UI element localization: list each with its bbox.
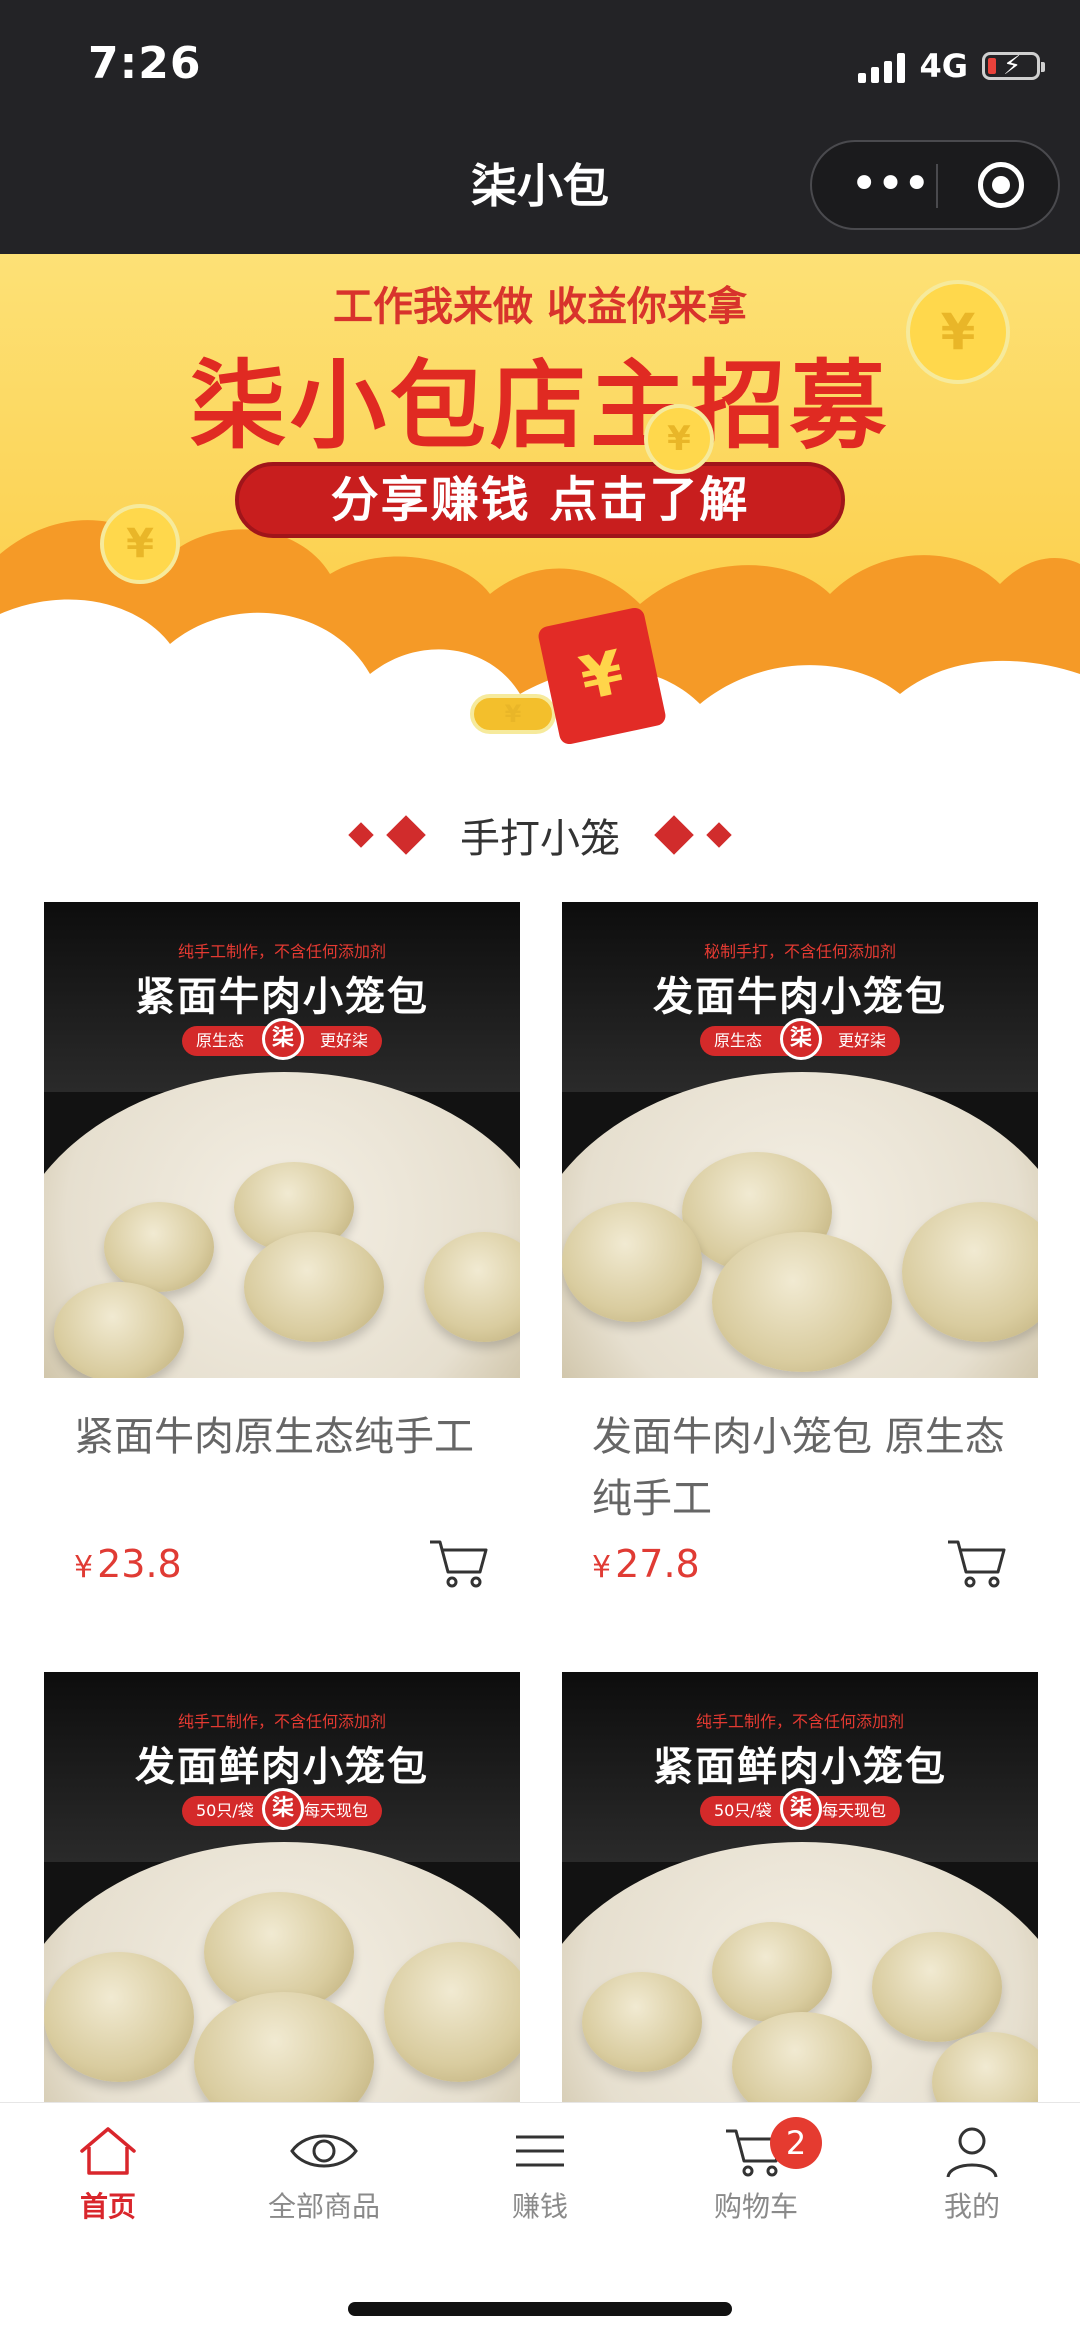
tab-label: 购物车 — [713, 2190, 798, 2223]
coin-icon: ¥ — [906, 280, 1010, 384]
tab-all-products[interactable]: 全部商品 — [216, 2123, 432, 2225]
signal-icon — [858, 49, 906, 83]
section-heading: 手打小笼 — [0, 800, 1080, 870]
brand-seal-icon: 柒 — [780, 1788, 822, 1830]
tab-label: 全部商品 — [267, 2190, 380, 2223]
product-card[interactable]: 纯手工制作，不含任何添加剂 紧面牛肉小笼包 原生态 更好柒 柒 紧面牛肉原生态纯手… — [44, 902, 520, 1596]
brand-seal-icon: 柒 — [262, 1018, 304, 1060]
eye-icon — [290, 2134, 358, 2168]
share-earn-button[interactable]: 分享赚钱 点击了解 — [235, 462, 845, 538]
tab-home[interactable]: 首页 — [0, 2123, 216, 2225]
recruit-banner[interactable]: 工作我来做 收益你来拿 柒小包店主招募 分享赚钱 点击了解 ¥ ¥ ¥ ¥ ¥ — [0, 254, 1080, 754]
product-name[interactable]: 紧面牛肉原生态纯手工 — [74, 1406, 490, 1530]
miniprogram-capsule: ••• — [810, 140, 1060, 230]
tab-mine[interactable]: 我的 — [864, 2123, 1080, 2225]
product-image[interactable]: 纯手工制作，不含任何添加剂 发面鲜肉小笼包 50只/袋 每天现包 柒 — [44, 1672, 520, 2148]
brand-seal-icon: 柒 — [780, 1018, 822, 1060]
menu-lines-icon — [516, 2135, 564, 2167]
user-icon — [946, 2127, 998, 2178]
tab-label: 赚钱 — [511, 2190, 568, 2223]
section-title: 手打小笼 — [460, 816, 620, 862]
image-caption: 纯手工制作，不含任何添加剂 — [177, 1712, 386, 1731]
product-price: ¥27.8 — [592, 1542, 700, 1586]
image-product-name: 紧面鲜肉小笼包 — [653, 1744, 947, 1790]
product-card[interactable]: 纯手工制作，不含任何添加剂 紧面鲜肉小笼包 50只/袋 每天现包 柒 — [562, 1672, 1038, 2148]
product-name[interactable]: 发面牛肉小笼包 原生态纯手工 — [592, 1406, 1008, 1530]
price-row: ¥23.8 — [74, 1536, 490, 1596]
tab-label: 首页 — [79, 2190, 136, 2223]
image-caption: 纯手工制作，不含任何添加剂 — [695, 1712, 904, 1731]
product-card[interactable]: 秘制手打，不含任何添加剂 发面牛肉小笼包 原生态 更好柒 柒 发面牛肉小笼包 原生… — [562, 902, 1038, 1596]
target-icon[interactable] — [978, 162, 1024, 208]
home-indicator[interactable] — [348, 2302, 732, 2316]
image-product-name: 发面鲜肉小笼包 — [135, 1744, 429, 1790]
tab-label: 我的 — [943, 2190, 1000, 2223]
battery-icon: ⚡ — [982, 51, 1045, 81]
tab-cart[interactable]: 2 购物车 — [648, 2117, 864, 2225]
diamond-decoration — [348, 822, 374, 848]
coin-icon: ¥ — [100, 504, 180, 584]
image-product-name: 紧面牛肉小笼包 — [135, 974, 429, 1020]
image-caption: 纯手工制作，不含任何添加剂 — [177, 942, 386, 961]
image-caption: 秘制手打，不含任何添加剂 — [703, 942, 896, 961]
diamond-decoration — [386, 815, 426, 855]
product-price: ¥23.8 — [74, 1542, 182, 1586]
coin-icon: ¥ — [644, 404, 714, 474]
cart-count-badge: 2 — [770, 2117, 822, 2169]
diamond-decoration — [706, 822, 732, 848]
add-to-cart-icon[interactable] — [946, 1536, 1008, 1590]
coin-icon: ¥ — [470, 694, 556, 734]
add-to-cart-icon[interactable] — [428, 1536, 490, 1590]
capsule-divider — [936, 164, 938, 208]
network-type: 4G — [919, 47, 968, 85]
status-indicators: 4G ⚡ — [858, 46, 1045, 86]
tab-earn[interactable]: 赚钱 — [432, 2123, 648, 2225]
home-icon — [80, 2127, 136, 2175]
image-product-name: 发面牛肉小笼包 — [653, 974, 947, 1020]
status-time: 7:26 — [88, 38, 202, 89]
top-bar: 7:26 4G ⚡ 柒小包 ••• — [0, 0, 1080, 254]
price-row: ¥27.8 — [592, 1536, 1008, 1596]
product-image[interactable]: 纯手工制作，不含任何添加剂 紧面牛肉小笼包 原生态 更好柒 柒 — [44, 902, 520, 1378]
brand-seal-icon: 柒 — [262, 1788, 304, 1830]
diamond-decoration — [654, 815, 694, 855]
more-dots-icon[interactable]: ••• — [850, 160, 931, 208]
product-image[interactable]: 秘制手打，不含任何添加剂 发面牛肉小笼包 原生态 更好柒 柒 — [562, 902, 1038, 1378]
product-image[interactable]: 纯手工制作，不含任何添加剂 紧面鲜肉小笼包 50只/袋 每天现包 柒 — [562, 1672, 1038, 2148]
product-card[interactable]: 纯手工制作，不含任何添加剂 发面鲜肉小笼包 50只/袋 每天现包 柒 — [44, 1672, 520, 2148]
